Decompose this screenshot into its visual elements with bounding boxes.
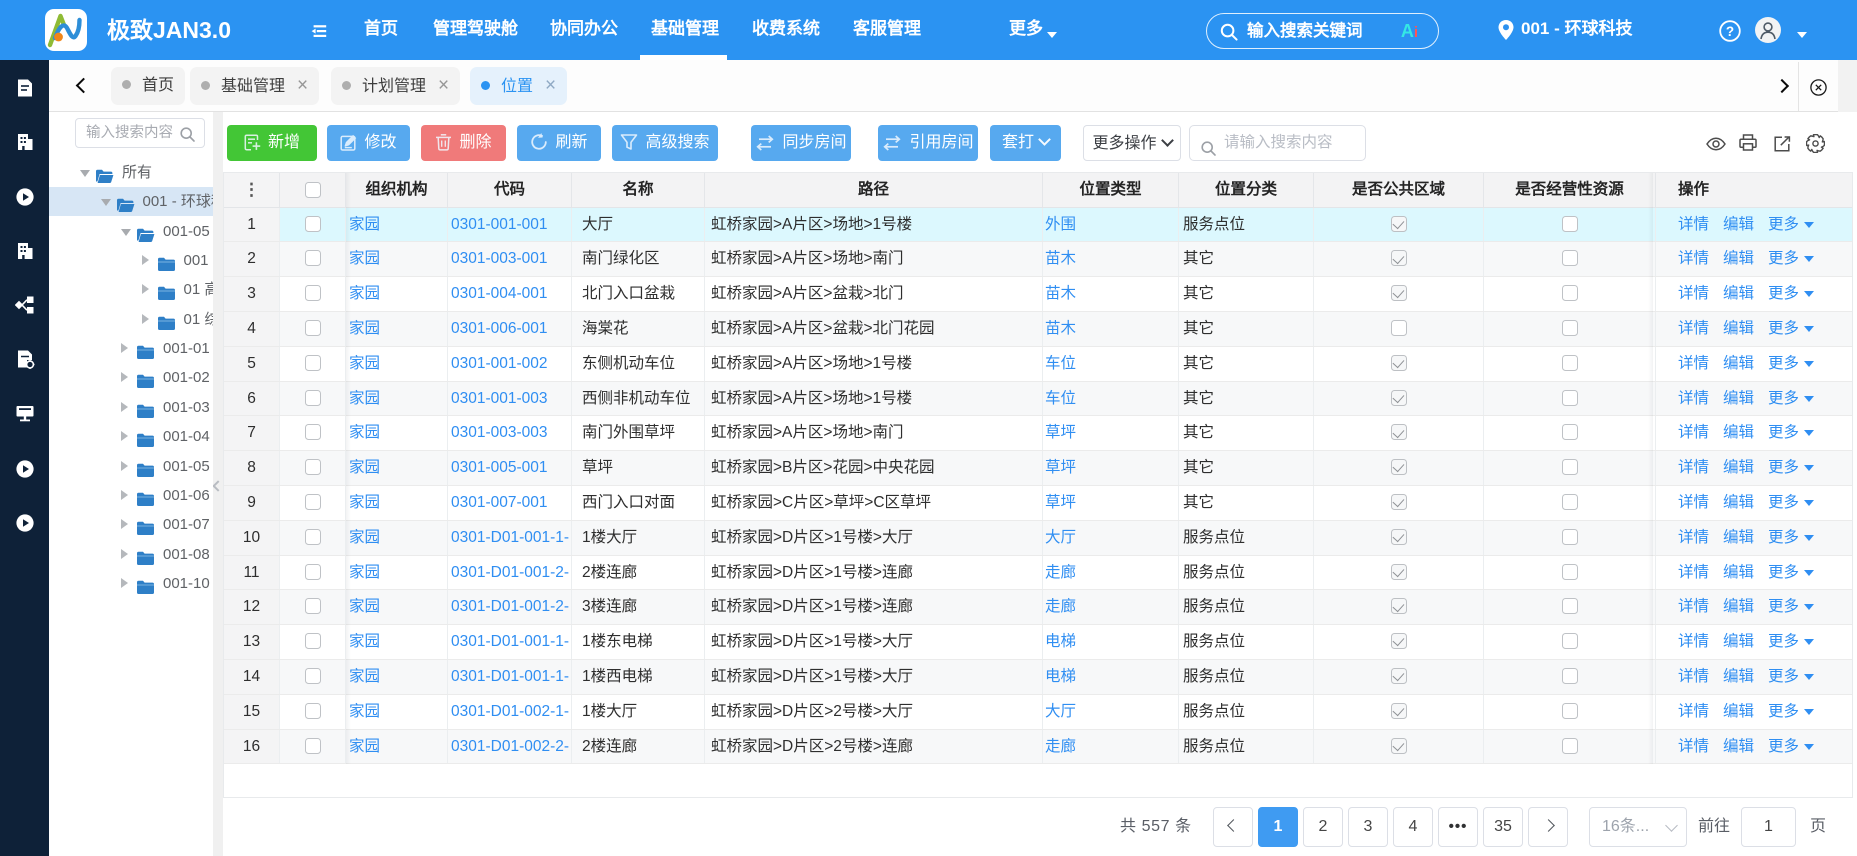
svg-text:?: ? xyxy=(1726,24,1734,39)
